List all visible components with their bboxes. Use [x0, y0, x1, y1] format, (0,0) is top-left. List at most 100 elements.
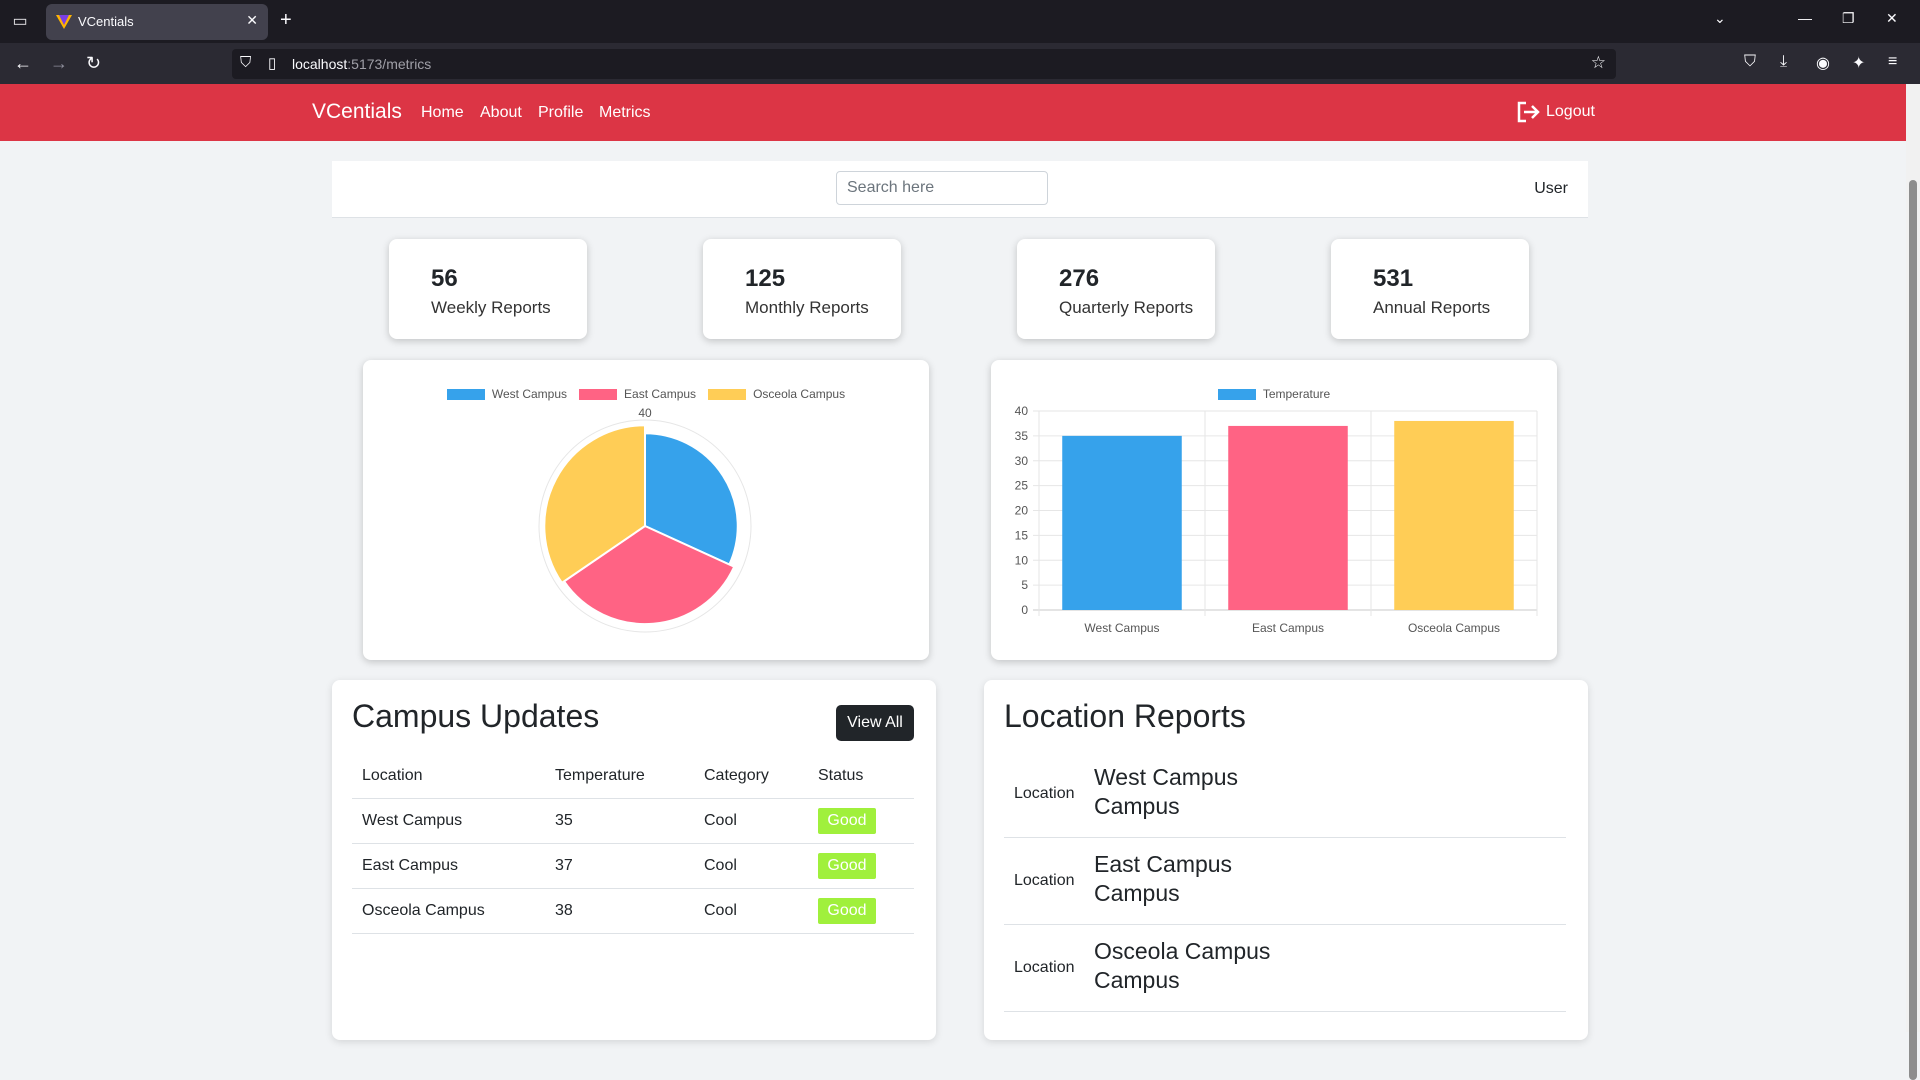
- campus-updates-title: Campus Updates: [352, 698, 600, 734]
- x-tick-label: East Campus: [1252, 621, 1324, 635]
- column-header: Status: [808, 754, 914, 799]
- stat-value: 56: [431, 265, 458, 292]
- cell-status: Good: [808, 843, 914, 889]
- cell-temperature: 35: [545, 798, 694, 844]
- legend-label: West Campus: [491, 387, 568, 401]
- x-tick-label: Osceola Campus: [1408, 621, 1500, 635]
- stat-card-annual: 531 Annual Reports: [1331, 239, 1529, 339]
- nav-profile[interactable]: Profile: [538, 104, 583, 122]
- legend-label: Osceola Campus: [753, 387, 846, 401]
- cell-temperature: 37: [545, 843, 694, 889]
- nav-home[interactable]: Home: [421, 104, 464, 122]
- cell-location: West Campus: [352, 798, 545, 844]
- url-text[interactable]: localhost:5173/metrics: [292, 56, 431, 72]
- pie-slice[interactable]: [562, 524, 736, 626]
- location-name: East Campus Campus: [1094, 851, 1233, 906]
- table-row: East Campus 37 Cool Good: [352, 843, 914, 889]
- bar[interactable]: [1062, 435, 1182, 610]
- bar[interactable]: [1394, 420, 1514, 610]
- stat-value: 125: [745, 265, 786, 292]
- app-navbar: VCentials Home About Profile Metrics Log…: [0, 84, 1920, 141]
- vcentials-favicon-icon: [56, 15, 72, 29]
- bookmark-star-icon[interactable]: ☆: [1591, 53, 1606, 73]
- y-tick-label: 25: [1015, 479, 1029, 493]
- new-tab-icon[interactable]: +: [280, 10, 292, 30]
- cell-temperature: 38: [545, 888, 694, 934]
- stat-label: Quarterly Reports: [1059, 298, 1194, 317]
- pie-legend: West Campus East Campus Osceola Campus: [363, 387, 929, 401]
- browser-tab[interactable]: VCentials ✕: [46, 4, 268, 40]
- minimize-icon[interactable]: —: [1798, 10, 1812, 26]
- browser-tab-bar: ▭ VCentials ✕ + ⌄ — ❐ ✕: [0, 0, 1920, 43]
- cell-location: East Campus: [352, 843, 545, 889]
- location-label: Location: [1014, 959, 1075, 976]
- list-item: Location Osceola Campus Campus: [1004, 925, 1566, 1012]
- brand-logo[interactable]: VCentials: [312, 100, 402, 124]
- legend-swatch: [579, 388, 618, 400]
- tab-overflow-chevron-icon[interactable]: ⌄: [1714, 10, 1726, 27]
- bar-chart-card: Temperature 0 5 10 15 20 25 30 35 40 West Campus E…: [991, 360, 1557, 660]
- legend-item-east[interactable]: East Campus: [579, 387, 696, 401]
- shield-icon[interactable]: ⛉: [240, 54, 251, 71]
- stat-card-monthly: 125 Monthly Reports: [703, 239, 901, 339]
- downloads-icon[interactable]: ⤓: [1780, 53, 1787, 71]
- campus-updates-card: Campus Updates View All Location Tempera…: [332, 680, 936, 1040]
- cell-location: Osceola Campus: [352, 888, 545, 934]
- scrollbar-thumb[interactable]: [1909, 180, 1917, 1080]
- legend-swatch: [446, 388, 485, 400]
- list-item: Location West Campus Campus: [1004, 751, 1566, 838]
- account-icon[interactable]: ◉: [1816, 53, 1830, 73]
- pie-slice[interactable]: [543, 424, 646, 585]
- y-tick-label: 35: [1015, 429, 1029, 443]
- legend-item-osceola[interactable]: Osceola Campus: [708, 387, 845, 401]
- location-name: Osceola Campus Campus: [1094, 938, 1271, 993]
- stat-label: Monthly Reports: [745, 298, 869, 317]
- status-badge: Good: [818, 898, 876, 924]
- table-row: West Campus 35 Cool Good: [352, 798, 914, 844]
- bar[interactable]: [1228, 425, 1348, 610]
- search-header: User: [332, 161, 1588, 218]
- nav-about[interactable]: About: [480, 104, 522, 122]
- address-bar[interactable]: ⛉ ▯ localhost:5173/metrics ☆: [232, 49, 1616, 79]
- restore-icon[interactable]: ❐: [1842, 10, 1855, 27]
- logout-icon: [1517, 101, 1540, 123]
- cell-category: Cool: [694, 798, 808, 844]
- page-icon: ▯: [268, 55, 277, 72]
- y-tick-label: 10: [1015, 553, 1029, 567]
- tab-close-icon[interactable]: ✕: [246, 12, 258, 29]
- status-badge: Good: [818, 808, 876, 834]
- extensions-icon[interactable]: ✦: [1852, 53, 1865, 73]
- list-item: Location East Campus Campus: [1004, 838, 1566, 925]
- pie-slice[interactable]: [644, 432, 739, 566]
- legend-item-west[interactable]: West Campus: [446, 387, 568, 401]
- logout-label: Logout: [1546, 103, 1595, 120]
- y-tick-label: 0: [1021, 603, 1028, 617]
- reload-icon[interactable]: ↻: [86, 52, 101, 74]
- nav-metrics[interactable]: Metrics: [599, 104, 651, 122]
- search-input[interactable]: [836, 171, 1048, 205]
- location-label: Location: [1014, 785, 1075, 802]
- tab-title: VCentials: [78, 14, 134, 29]
- page-scrollbar[interactable]: [1906, 84, 1920, 1080]
- close-window-icon[interactable]: ✕: [1886, 10, 1898, 27]
- y-tick-label: 20: [1015, 504, 1029, 518]
- view-all-button[interactable]: View All: [836, 705, 914, 741]
- legend-label: East Campus: [624, 387, 697, 401]
- user-label[interactable]: User: [1534, 180, 1568, 198]
- menu-icon[interactable]: ≡: [1888, 53, 1897, 71]
- back-icon[interactable]: ←: [14, 52, 32, 74]
- forward-icon[interactable]: →: [50, 52, 68, 74]
- column-header: Location: [352, 754, 545, 799]
- y-tick-label: 5: [1021, 578, 1028, 592]
- location-name: West Campus Campus: [1094, 764, 1239, 819]
- x-tick-label: West Campus: [1084, 621, 1159, 635]
- cell-category: Cool: [694, 888, 808, 934]
- logout-button[interactable]: Logout: [1516, 101, 1595, 123]
- legend-swatch: [708, 388, 747, 400]
- stat-label: Annual Reports: [1373, 298, 1491, 317]
- pie-chart: 40: [538, 406, 752, 633]
- pocket-icon[interactable]: ⛉: [1744, 53, 1756, 71]
- location-reports-title: Location Reports: [1004, 698, 1246, 734]
- tab-list-icon[interactable]: ▭: [8, 10, 32, 34]
- table-header-row: Location Temperature Category Status: [352, 754, 914, 799]
